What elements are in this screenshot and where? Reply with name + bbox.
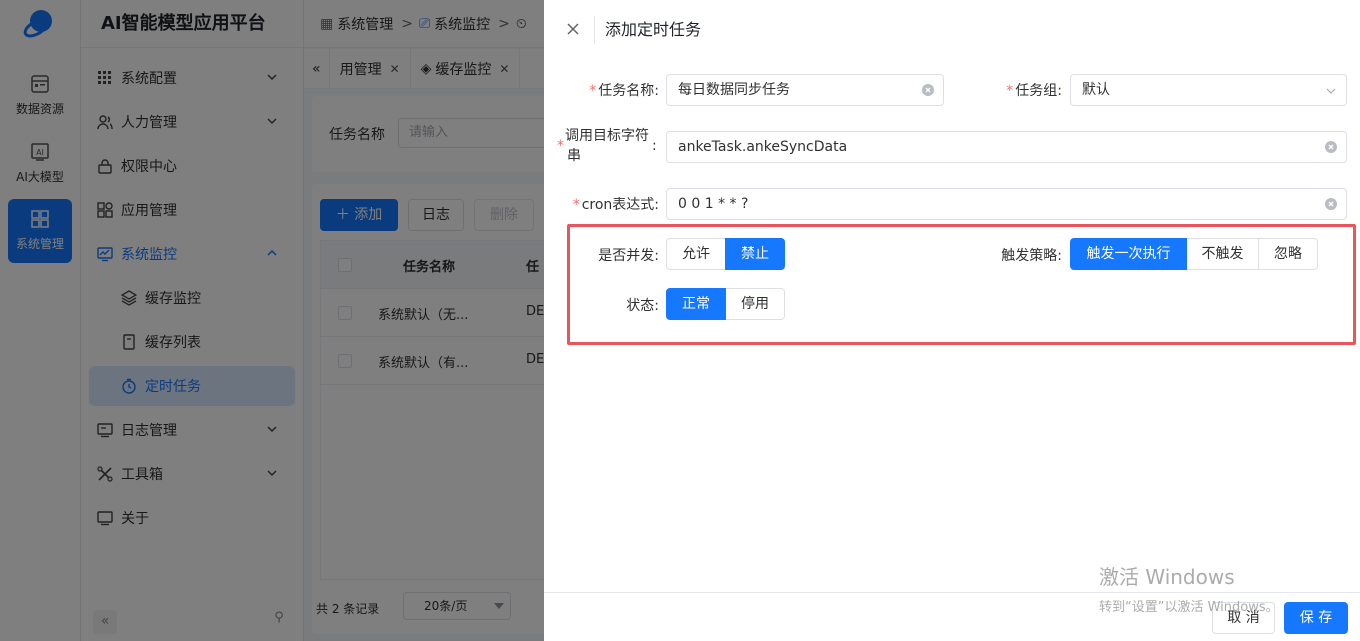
- status-radio-group: 正常 停用: [666, 288, 785, 320]
- clear-icon[interactable]: [922, 84, 934, 96]
- clear-icon[interactable]: [1325, 198, 1337, 210]
- misfire-radio-group: 触发一次执行 不触发 忽略: [1070, 238, 1318, 270]
- cron-label: * cron表达式:: [572, 197, 659, 213]
- save-button[interactable]: 保 存: [1284, 602, 1348, 634]
- misfire-fire-once-option[interactable]: 触发一次执行: [1070, 238, 1187, 270]
- misfire-no-fire-option[interactable]: 不触发: [1186, 238, 1259, 270]
- concurrent-forbid-option[interactable]: 禁止: [725, 238, 785, 270]
- drawer-header: 添加定时任务: [544, 0, 1360, 60]
- task-name-label: * 任务名称:: [589, 83, 659, 99]
- misfire-label: 触发策略:: [1001, 248, 1062, 264]
- required-mark: *: [589, 83, 597, 99]
- concurrent-allow-option[interactable]: 允许: [666, 238, 726, 270]
- status-label: 状态:: [626, 298, 659, 314]
- concurrent-radio-group: 允许 禁止: [666, 238, 785, 270]
- status-normal-option[interactable]: 正常: [666, 288, 726, 320]
- concurrent-label: 是否并发:: [598, 248, 659, 264]
- add-task-drawer: 添加定时任务 * 任务名称: 每日数据同步任务 * 任务组: 默认 调用目标字符 *…: [544, 0, 1360, 641]
- cron-input[interactable]: 0 0 1 * * ?: [666, 188, 1347, 220]
- required-mark: *: [557, 138, 564, 154]
- chevron-down-icon: [1326, 88, 1336, 94]
- task-group-label: * 任务组:: [1006, 83, 1062, 99]
- status-disabled-option[interactable]: 停用: [725, 288, 785, 320]
- task-group-select[interactable]: 默认: [1070, 74, 1347, 106]
- misfire-ignore-option[interactable]: 忽略: [1258, 238, 1318, 270]
- required-mark: *: [1006, 83, 1014, 99]
- windows-activation-watermark: 激活 Windows 转到“设置”以激活 Windows。: [1099, 565, 1279, 615]
- clear-icon[interactable]: [1325, 141, 1337, 153]
- task-name-input[interactable]: 每日数据同步任务: [666, 74, 944, 106]
- drawer-title: 添加定时任务: [594, 16, 701, 44]
- invoke-target-input[interactable]: ankeTask.ankeSyncData: [666, 131, 1347, 163]
- required-mark: *: [572, 197, 580, 213]
- close-icon[interactable]: [564, 20, 582, 38]
